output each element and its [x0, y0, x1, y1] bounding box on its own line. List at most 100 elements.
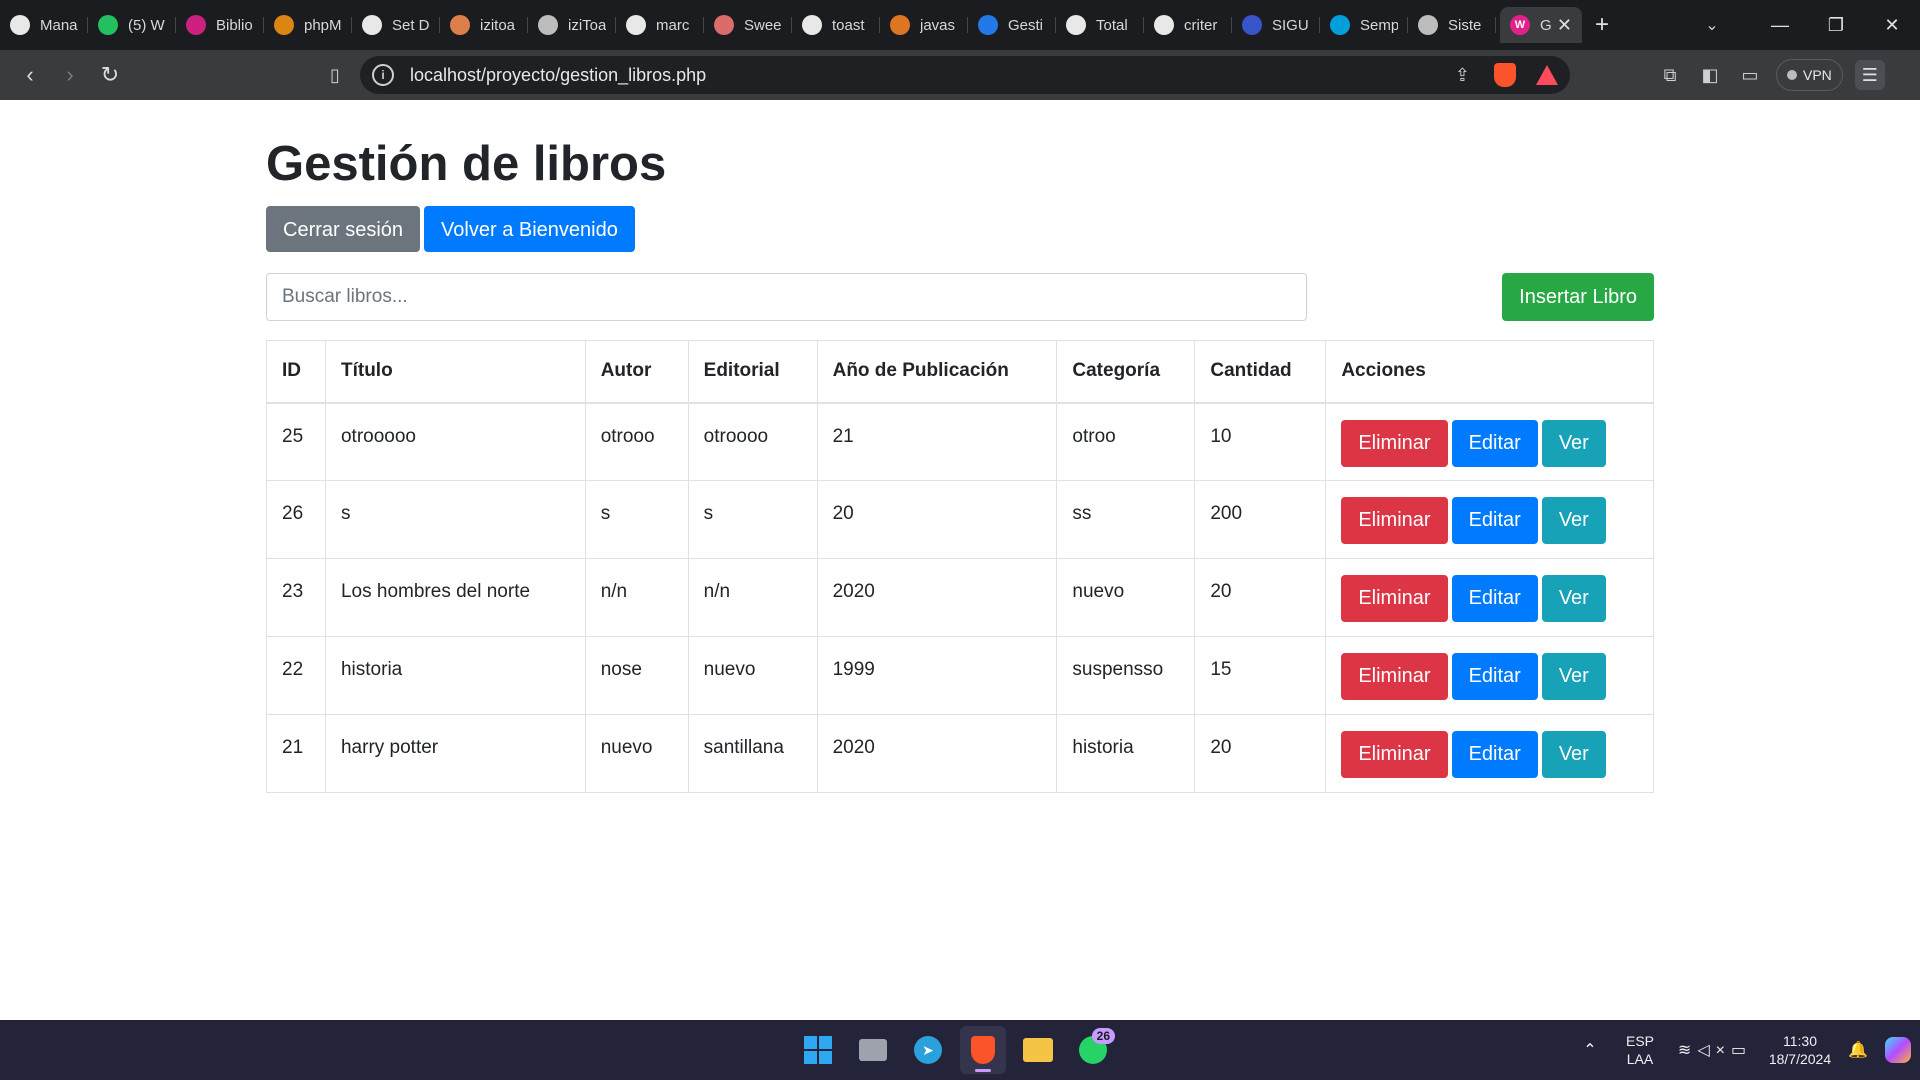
cell-editorial: n/n: [687, 558, 818, 637]
browser-tab[interactable]: (5) W: [88, 7, 176, 43]
delete-button[interactable]: Eliminar: [1341, 731, 1448, 778]
browser-tab[interactable]: iziToa: [528, 7, 616, 43]
browser-tab[interactable]: Swee: [704, 7, 792, 43]
bookmark-icon[interactable]: ▯: [320, 65, 350, 86]
folder-icon[interactable]: [1015, 1026, 1061, 1074]
browser-tab[interactable]: SIGU: [1232, 7, 1320, 43]
cell-autor: nose: [584, 636, 689, 715]
view-button[interactable]: Ver: [1541, 497, 1606, 544]
back-to-welcome-button[interactable]: Volver a Bienvenido: [424, 206, 635, 252]
google-icon: [802, 15, 822, 35]
cell-anio: 2020: [816, 714, 1058, 793]
new-tab-button[interactable]: +: [1582, 11, 1622, 39]
browser-tab[interactable]: Siste: [1408, 7, 1496, 43]
cell-categoria: historia: [1056, 714, 1196, 793]
cell-anio: 20: [816, 480, 1058, 559]
clock[interactable]: 11:30 18/7/2024: [1760, 1032, 1840, 1068]
browser-tab[interactable]: Biblio: [176, 7, 264, 43]
edit-button[interactable]: Editar: [1451, 653, 1538, 700]
delete-button[interactable]: Eliminar: [1341, 575, 1448, 622]
cell-anio: 2020: [816, 558, 1058, 637]
edit-button[interactable]: Editar: [1451, 731, 1538, 778]
system-status-icons[interactable]: ≋◁×▭: [1670, 1040, 1760, 1060]
reload-icon[interactable]: ↻: [90, 55, 130, 95]
page-title: Gestión de libros: [266, 137, 667, 191]
search-input[interactable]: [266, 273, 1307, 321]
insert-book-button[interactable]: Insertar Libro: [1502, 273, 1654, 321]
browser-tab[interactable]: Semp: [1320, 7, 1408, 43]
language-indicator[interactable]: ESP LAA: [1610, 1032, 1670, 1068]
sigu-icon: [1242, 15, 1262, 35]
back-arrow-icon[interactable]: ‹: [10, 55, 50, 95]
browser-tab[interactable]: toast: [792, 7, 880, 43]
url-text[interactable]: localhost/proyecto/gestion_libros.php: [410, 65, 1455, 86]
brave-shields-icon[interactable]: [1494, 63, 1516, 87]
browser-tab[interactable]: Gesti: [968, 7, 1056, 43]
minimize-icon[interactable]: —: [1752, 15, 1808, 36]
telegram-icon[interactable]: ➤: [905, 1026, 951, 1074]
edit-button[interactable]: Editar: [1451, 419, 1538, 467]
windows-start-icon[interactable]: [795, 1026, 841, 1074]
view-button[interactable]: Ver: [1541, 575, 1606, 622]
taskbar-apps: ➤ 26: [795, 1026, 1116, 1074]
close-tab-icon[interactable]: ✕: [1557, 15, 1572, 36]
wallet-icon[interactable]: ▭: [1730, 65, 1770, 86]
edit-button[interactable]: Editar: [1451, 497, 1538, 544]
browser-tab[interactable]: izitoa: [440, 7, 528, 43]
close-window-icon[interactable]: ✕: [1864, 15, 1920, 36]
forward-arrow-icon[interactable]: ›: [50, 55, 90, 95]
browser-tab-title: toast: [832, 16, 865, 34]
browser-tab-title: Swee: [744, 16, 782, 34]
browser-tab[interactable]: criter: [1144, 7, 1232, 43]
browser-tab[interactable]: marc: [616, 7, 704, 43]
view-button[interactable]: Ver: [1541, 653, 1606, 700]
speaker-muted-icon: ◁×: [1697, 1042, 1731, 1059]
show-hidden-icons-icon[interactable]: ⌃: [1570, 1040, 1610, 1060]
browser-tab-title: SIGU: [1272, 16, 1309, 34]
brave-rewards-icon[interactable]: [1536, 65, 1558, 85]
browser-tab-title: phpM: [304, 16, 342, 34]
share-icon[interactable]: ⇪: [1455, 65, 1470, 86]
brave-icon[interactable]: [960, 1026, 1006, 1074]
cell-cantidad: 20: [1194, 714, 1327, 793]
whatsapp-badge: 26: [1091, 1028, 1115, 1044]
logout-button[interactable]: Cerrar sesión: [266, 206, 421, 252]
browser-tab[interactable]: Mana: [0, 7, 88, 43]
whatsapp-icon[interactable]: 26: [1070, 1026, 1116, 1074]
wifi-icon: ≋: [1677, 1042, 1698, 1059]
browser-tab-title: Biblio: [216, 16, 253, 34]
cell-autor: n/n: [584, 558, 689, 637]
table-row: 25 otrooooo otrooo otroooo 21 otroo 10 Eliminar…: [266, 402, 1654, 481]
cell-anio: 21: [816, 402, 1058, 481]
browser-tab-title: izitoa: [480, 16, 516, 34]
edit-button[interactable]: Editar: [1451, 575, 1538, 622]
delete-button[interactable]: Eliminar: [1341, 497, 1448, 544]
delete-button[interactable]: Eliminar: [1341, 653, 1448, 700]
cell-categoria: suspensso: [1056, 636, 1196, 715]
sidebar-icon[interactable]: ◧: [1690, 65, 1730, 86]
notifications-bell-icon[interactable]: 🔔: [1840, 1040, 1876, 1060]
extensions-icon[interactable]: ⧉: [1650, 65, 1690, 86]
restore-icon[interactable]: ❐: [1808, 15, 1864, 36]
cell-id: 22: [266, 636, 326, 715]
view-button[interactable]: Ver: [1541, 419, 1606, 467]
browser-tab[interactable]: javas: [880, 7, 968, 43]
github-icon: [626, 15, 646, 35]
tab-search-chevron-icon[interactable]: ⌄: [1692, 15, 1732, 35]
vpn-button[interactable]: VPN: [1776, 59, 1843, 91]
menu-icon[interactable]: ☰: [1854, 60, 1885, 90]
cell-actions: Eliminar Editar Ver: [1325, 558, 1654, 637]
browser-tab[interactable]: Set D: [352, 7, 440, 43]
cell-categoria: ss: [1056, 480, 1196, 559]
active-tab[interactable]: W G ✕: [1500, 7, 1582, 43]
file-explorer-icon[interactable]: [850, 1026, 896, 1074]
windows-taskbar: ➤ 26 ⌃ ESP LAA ≋◁×▭ 11:30 18/7/2024 🔔: [0, 1020, 1920, 1080]
github-icon: [10, 15, 30, 35]
address-bar[interactable]: i localhost/proyecto/gestion_libros.php …: [360, 56, 1570, 94]
delete-button[interactable]: Eliminar: [1341, 419, 1448, 467]
browser-tab[interactable]: Total: [1056, 7, 1144, 43]
copilot-icon[interactable]: [1876, 1037, 1920, 1063]
view-button[interactable]: Ver: [1541, 731, 1606, 778]
browser-tab[interactable]: phpM: [264, 7, 352, 43]
site-info-icon[interactable]: i: [372, 64, 394, 86]
